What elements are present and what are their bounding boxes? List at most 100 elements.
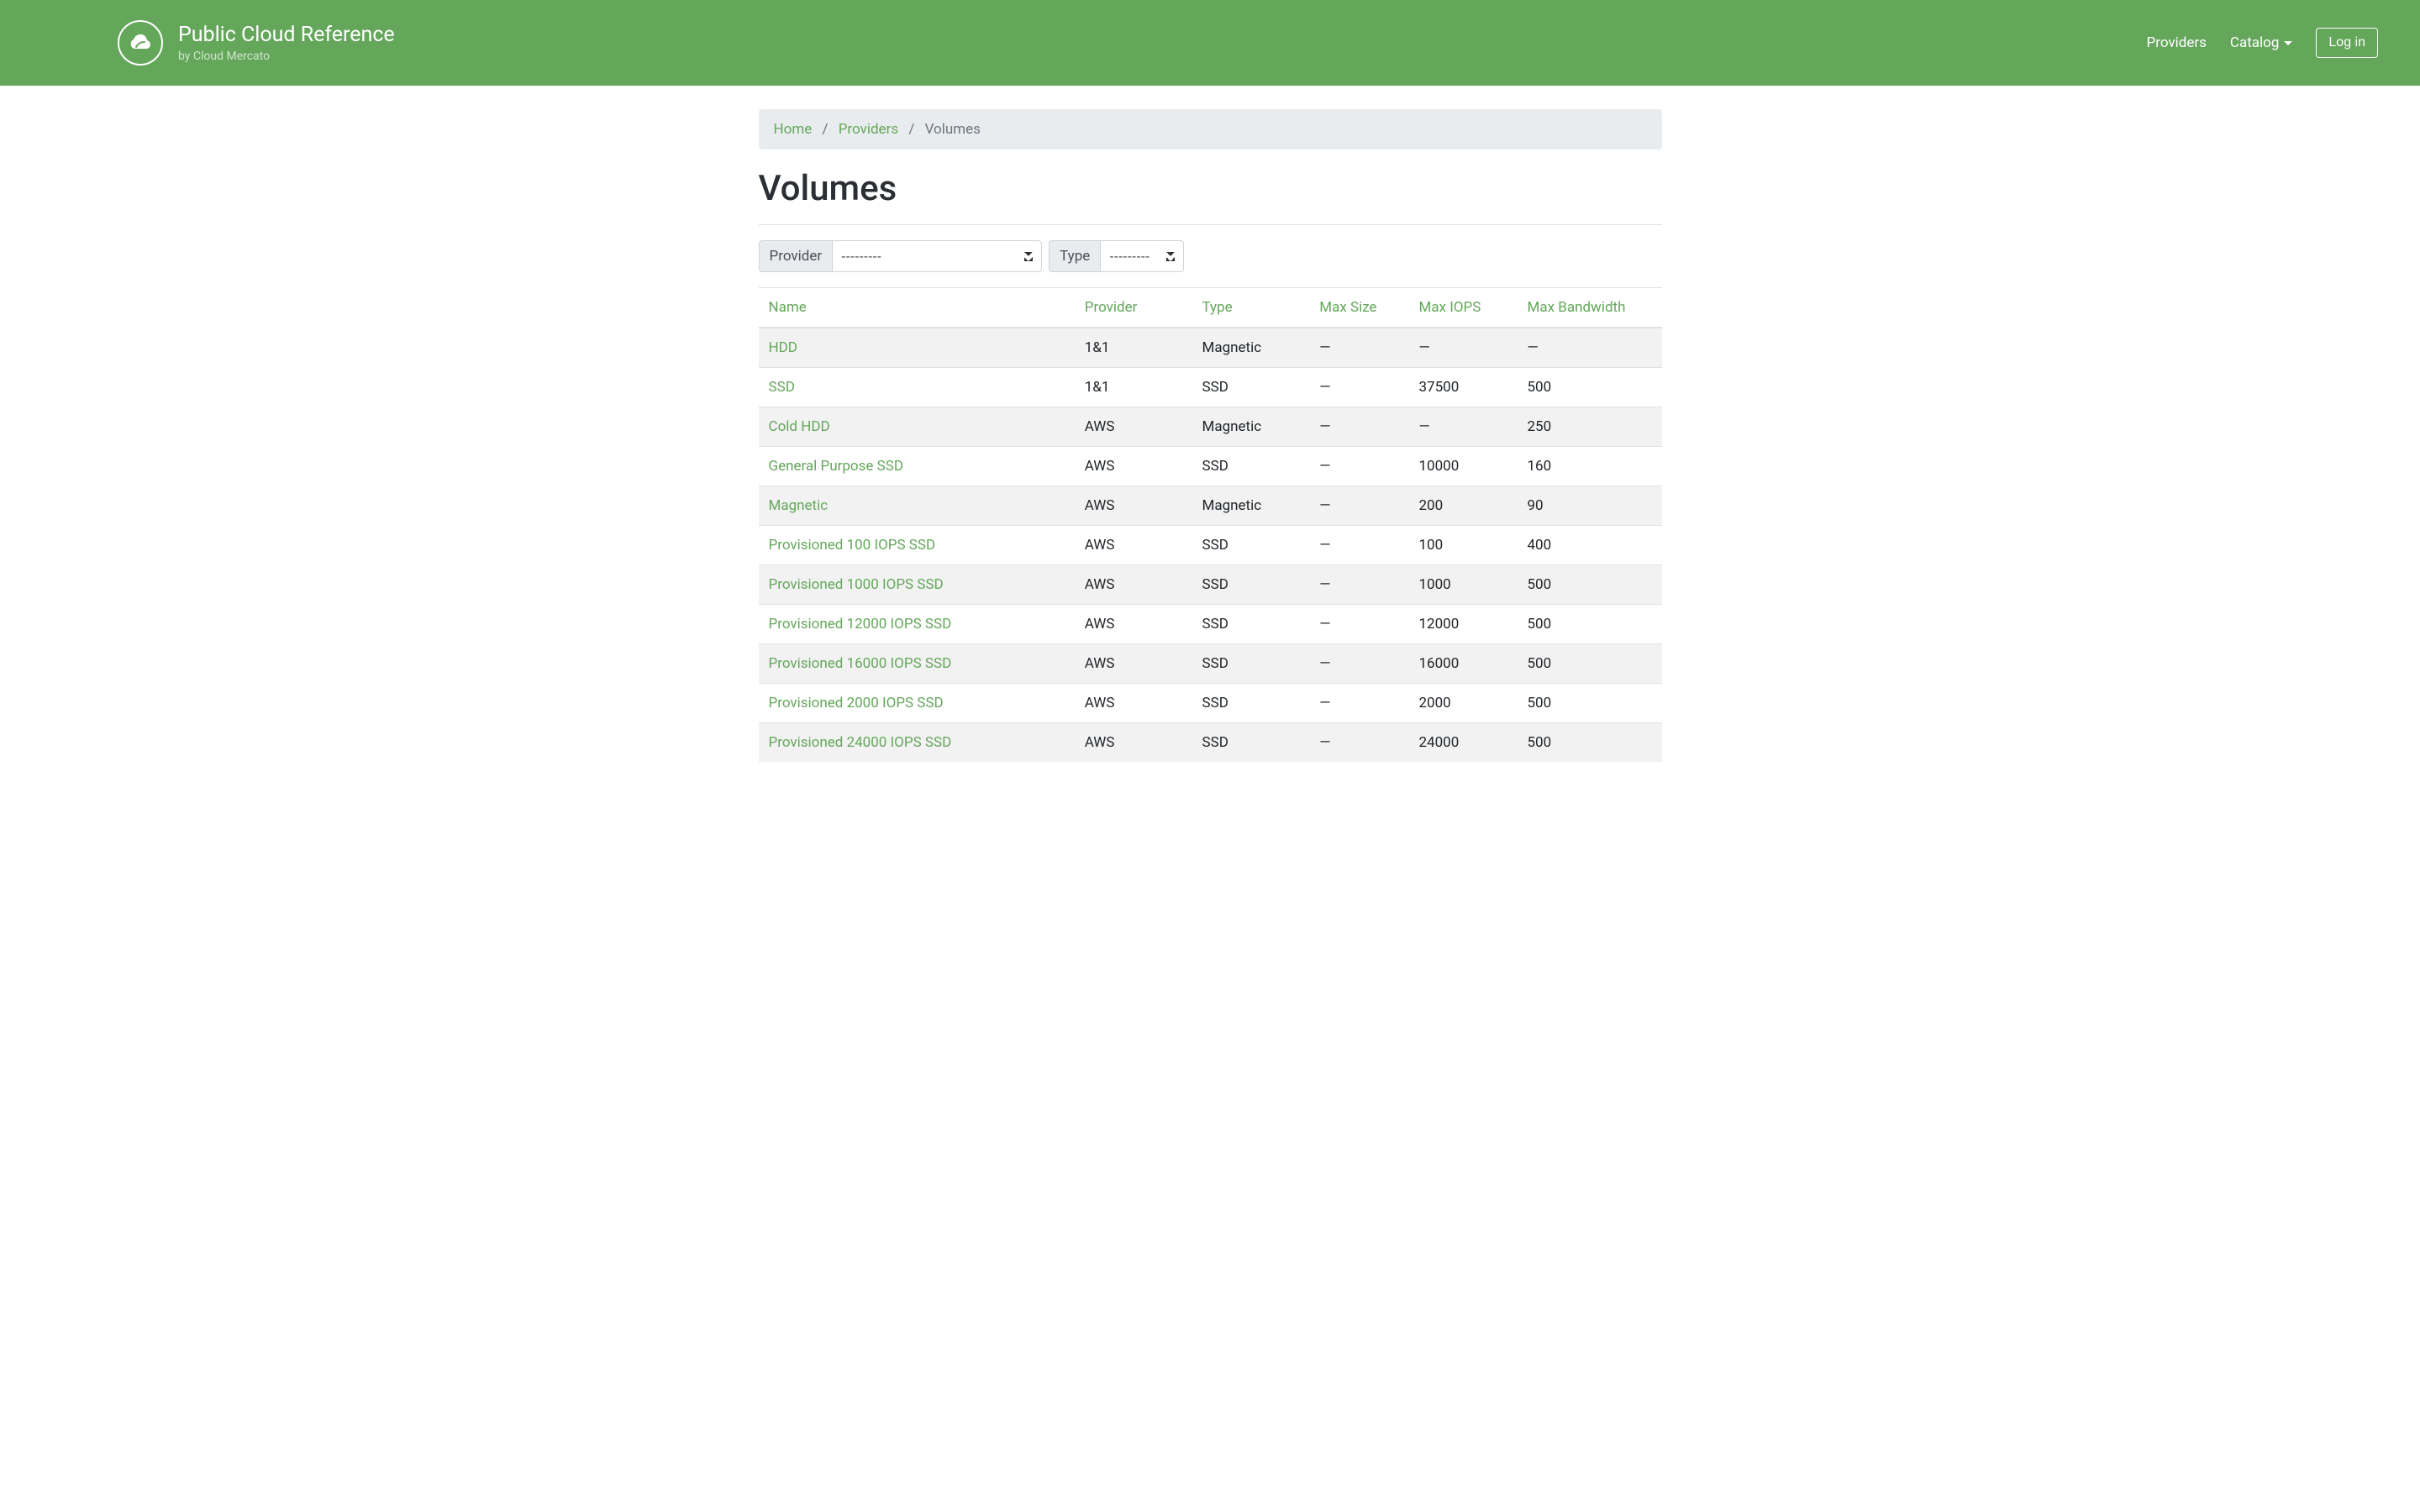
cell-max-iops: 12000 [1409, 605, 1518, 644]
cell-max-size: — [1309, 368, 1408, 407]
breadcrumb-sep: / [815, 121, 834, 138]
cell-provider: 1&1 [1075, 328, 1192, 368]
login-button[interactable]: Log in [2316, 28, 2378, 58]
cell-provider: 1&1 [1075, 368, 1192, 407]
site-header: Public Cloud Reference by Cloud Mercato … [0, 0, 2420, 86]
table-row: MagneticAWSMagnetic—20090 [759, 486, 1662, 526]
cell-provider: AWS [1075, 723, 1192, 763]
breadcrumb: Home / Providers / Volumes [759, 109, 1662, 150]
breadcrumb-providers[interactable]: Providers [839, 121, 898, 138]
table-row: General Purpose SSD AWSSSD—10000160 [759, 447, 1662, 486]
volume-name-link[interactable]: Provisioned 100 IOPS SSD [769, 537, 936, 554]
volume-name-link[interactable]: HDD [769, 339, 797, 356]
table-row: Provisioned 16000 IOPS SSDAWSSSD—1600050… [759, 644, 1662, 684]
cell-max-iops: — [1409, 328, 1518, 368]
table-row: Cold HDDAWSMagnetic——250 [759, 407, 1662, 447]
col-name[interactable]: Name [769, 299, 807, 316]
cell-type: SSD [1192, 526, 1310, 565]
cell-type: SSD [1192, 447, 1310, 486]
cell-max-iops: 1000 [1409, 565, 1518, 605]
cell-provider: AWS [1075, 565, 1192, 605]
cell-max-bandwidth: 500 [1518, 565, 1662, 605]
volume-name-link[interactable]: Provisioned 16000 IOPS SSD [769, 655, 952, 672]
col-max-size[interactable]: Max Size [1319, 299, 1376, 316]
cell-max-iops: 10000 [1409, 447, 1518, 486]
table-row: Provisioned 1000 IOPS SSDAWSSSD—1000500 [759, 565, 1662, 605]
cell-max-bandwidth: — [1518, 328, 1662, 368]
filter-type-label: Type [1049, 240, 1100, 272]
cell-max-size: — [1309, 447, 1408, 486]
cell-type: SSD [1192, 565, 1310, 605]
cell-max-bandwidth: 500 [1518, 644, 1662, 684]
cell-max-iops: 100 [1409, 526, 1518, 565]
filters: Provider --------- Type --------- [759, 240, 1662, 272]
cell-max-bandwidth: 500 [1518, 723, 1662, 763]
brand[interactable]: Public Cloud Reference by Cloud Mercato [118, 20, 395, 66]
page-title: Volumes [759, 168, 1662, 209]
cell-max-size: — [1309, 684, 1408, 723]
site-subtitle: by Cloud Mercato [178, 50, 395, 63]
breadcrumb-sep: / [902, 121, 921, 138]
site-title: Public Cloud Reference [178, 23, 395, 48]
col-max-bandwidth[interactable]: Max Bandwidth [1528, 299, 1626, 316]
cell-provider: AWS [1075, 526, 1192, 565]
cell-max-bandwidth: 250 [1518, 407, 1662, 447]
cell-max-size: — [1309, 486, 1408, 526]
breadcrumb-home[interactable]: Home [774, 121, 813, 138]
filter-type: Type --------- [1049, 240, 1184, 272]
nav-catalog-dropdown[interactable]: Catalog [2230, 34, 2293, 51]
cell-max-bandwidth: 160 [1518, 447, 1662, 486]
filter-provider-select[interactable]: --------- [832, 240, 1042, 272]
cell-max-bandwidth: 90 [1518, 486, 1662, 526]
cell-type: SSD [1192, 368, 1310, 407]
volume-name-link[interactable]: Provisioned 1000 IOPS SSD [769, 576, 944, 593]
filter-type-select[interactable]: --------- [1100, 240, 1184, 272]
table-row: SSD1&1SSD—37500500 [759, 368, 1662, 407]
cell-type: SSD [1192, 605, 1310, 644]
filter-provider: Provider --------- [759, 240, 1043, 272]
nav-providers[interactable]: Providers [2147, 34, 2207, 51]
cell-type: SSD [1192, 723, 1310, 763]
cell-type: Magnetic [1192, 486, 1310, 526]
volume-name-link[interactable]: Cold HDD [769, 418, 830, 435]
cell-max-bandwidth: 400 [1518, 526, 1662, 565]
cell-max-size: — [1309, 526, 1408, 565]
cell-max-bandwidth: 500 [1518, 605, 1662, 644]
cell-type: SSD [1192, 684, 1310, 723]
cell-max-iops: 24000 [1409, 723, 1518, 763]
cell-max-bandwidth: 500 [1518, 368, 1662, 407]
col-type[interactable]: Type [1202, 299, 1233, 316]
chevron-down-icon [2284, 41, 2292, 45]
col-provider[interactable]: Provider [1085, 299, 1138, 316]
breadcrumb-current: Volumes [925, 121, 981, 138]
volume-name-link[interactable]: General Purpose SSD [769, 458, 903, 475]
cell-max-size: — [1309, 605, 1408, 644]
cell-max-iops: 16000 [1409, 644, 1518, 684]
col-max-iops[interactable]: Max IOPS [1419, 299, 1481, 316]
cell-max-size: — [1309, 723, 1408, 763]
brand-text: Public Cloud Reference by Cloud Mercato [178, 23, 395, 63]
volume-name-link[interactable]: Magnetic [769, 497, 829, 514]
cell-provider: AWS [1075, 486, 1192, 526]
cell-provider: AWS [1075, 605, 1192, 644]
cell-provider: AWS [1075, 684, 1192, 723]
cell-max-iops: 2000 [1409, 684, 1518, 723]
volume-name-link[interactable]: Provisioned 2000 IOPS SSD [769, 695, 944, 711]
cell-max-bandwidth: 500 [1518, 684, 1662, 723]
cell-max-size: — [1309, 407, 1408, 447]
volume-name-link[interactable]: Provisioned 24000 IOPS SSD [769, 734, 952, 751]
volumes-table: Name Provider Type Max Size Max IOPS Max… [759, 287, 1662, 762]
cell-provider: AWS [1075, 407, 1192, 447]
nav-catalog-label: Catalog [2230, 34, 2280, 51]
cell-provider: AWS [1075, 447, 1192, 486]
cloud-logo-icon [118, 20, 163, 66]
top-nav: Providers Catalog Log in [2147, 28, 2379, 58]
volume-name-link[interactable]: SSD [769, 379, 795, 396]
cell-max-iops: — [1409, 407, 1518, 447]
cell-type: Magnetic [1192, 407, 1310, 447]
divider [759, 224, 1662, 225]
table-row: Provisioned 2000 IOPS SSD AWSSSD—2000500 [759, 684, 1662, 723]
volume-name-link[interactable]: Provisioned 12000 IOPS SSD [769, 616, 952, 633]
cell-max-iops: 37500 [1409, 368, 1518, 407]
table-row: Provisioned 100 IOPS SSD AWSSSD—100400 [759, 526, 1662, 565]
